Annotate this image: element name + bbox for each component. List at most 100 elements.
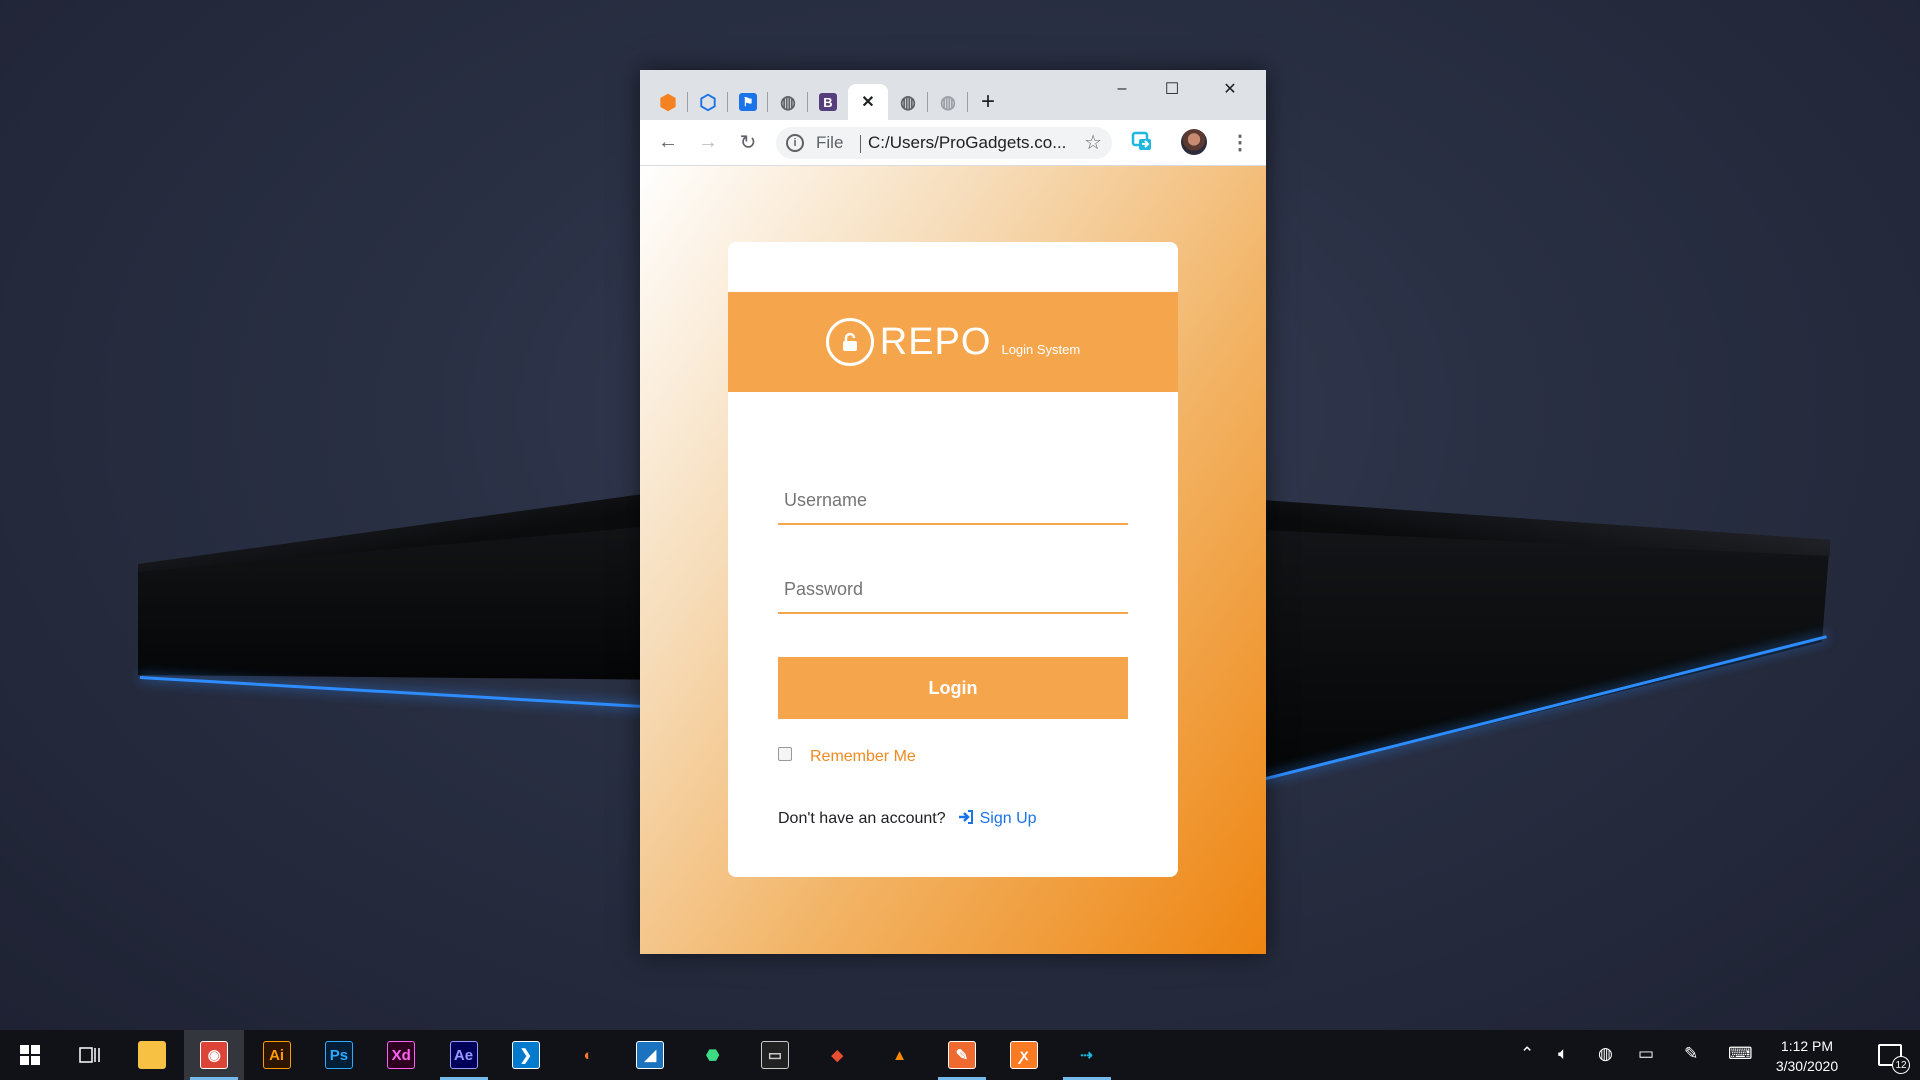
globe-icon: ◍ [940,91,956,112]
signup-row: Don't have an account? Sign Up [778,810,1037,828]
browser-menu-button[interactable]: ⋮ [1226,128,1254,156]
url-divider [860,135,861,153]
remember-me-label[interactable]: Remember Me [810,748,916,766]
affinity-icon: ◢ [636,1041,665,1069]
reload-button[interactable]: ↻ [734,128,762,156]
close-window-button[interactable]: ✕ [1208,76,1252,102]
taskbar-app-xd[interactable]: Xd [371,1030,431,1080]
globe-icon: ◍ [900,91,916,112]
forward-arrow-icon: → [698,130,718,153]
notification-icon: 12 [1878,1044,1910,1074]
show-hidden-icons-icon[interactable]: ⌃ [1520,1044,1534,1064]
screen-share-icon: ⇢ [1072,1041,1101,1069]
after-effects-icon: Ae [449,1041,478,1069]
vscode-icon: ❯ [511,1041,540,1069]
volume-icon[interactable]: 🔈︎ [1558,1044,1568,1064]
pen-icon[interactable]: ✎ [1684,1044,1698,1064]
login-header: REPO Login System [728,292,1178,392]
terminal-icon: ▭ [761,1041,789,1069]
minimize-icon: – [1117,80,1127,97]
task-view-icon [79,1047,100,1063]
vlc-icon: ▲ [885,1041,914,1069]
ring-icon: ⬡ [699,91,717,114]
tab-3[interactable]: ⚑ [728,84,768,120]
reload-icon: ↻ [739,131,757,154]
file-explorer-icon: ▬ [138,1041,166,1069]
maximize-icon: ☐ [1164,81,1180,98]
tab-active[interactable]: ✕ [848,84,888,120]
action-center-button[interactable]: 12 [1860,1030,1920,1080]
back-button[interactable]: ← [654,128,682,156]
taskbar: ▬ ◉ Ai Ps Xd Ae ❯ ◐ ◢ ⬣ ▭ ◆ ▲ ✎ ꭗ ⇢ ⌃ 🔈︎ ◍ ▭ ✎ ⌨ 1:12 P… [0,1030,1920,1080]
xd-icon: Xd [387,1041,416,1069]
brackets-icon: ✎ [947,1041,976,1069]
keyboard-icon[interactable]: ⌨ [1728,1044,1753,1064]
username-input[interactable] [778,477,1128,525]
taskbar-app-vscode[interactable]: ❯ [496,1030,556,1080]
browser-window: ⬢ ⬡ ⚑ ◍ B ✕ ◍ ◍ + – ☐ ✕ ← → ↻ i File C:/… [640,70,1266,954]
taskbar-app-blender[interactable]: ◐ [558,1030,618,1080]
maximize-button[interactable]: ☐ [1150,76,1194,102]
start-button[interactable] [0,1030,60,1080]
wallpaper-glow-left [139,676,700,712]
tab-strip: ⬢ ⬡ ⚑ ◍ B ✕ ◍ ◍ + – ☐ ✕ [640,70,1266,120]
illustrator-icon: Ai [262,1041,291,1069]
tab-1[interactable]: ⬢ [648,84,688,120]
back-arrow-icon: ← [658,130,678,153]
flag-icon: ⚑ [739,93,757,111]
sign-up-link[interactable]: Sign Up [958,810,1037,828]
url-text[interactable]: C:/Users/ProGadgets.co... [868,133,1078,153]
taskbar-app-git[interactable]: ◆ [807,1030,867,1080]
tab-7[interactable]: ◍ [888,84,928,120]
taskbar-app-screen-share[interactable]: ⇢ [1057,1030,1117,1080]
clock-date: 3/30/2020 [1775,1058,1839,1074]
sign-in-icon [958,810,974,828]
task-view-button[interactable] [60,1030,120,1080]
plus-icon: + [980,88,995,115]
globe-icon: ◍ [780,91,796,112]
clock[interactable]: 1:12 PM 3/30/2020 [1764,1036,1850,1076]
taskbar-app-photoshop[interactable]: Ps [309,1030,369,1080]
blender-icon: ◐ [574,1041,603,1069]
taskbar-app-vlc[interactable]: ▲ [870,1030,930,1080]
xampp-icon: ꭗ [1010,1041,1039,1069]
taskbar-app-file-explorer[interactable]: ▬ [122,1030,182,1080]
tab-8[interactable]: ◍ [928,84,968,120]
page-viewport: REPO Login System Login Remember Me Don'… [640,166,1266,954]
network-globe-icon[interactable]: ◍ [1598,1044,1613,1064]
forward-button[interactable]: → [694,128,722,156]
battery-icon[interactable]: ▭ [1638,1044,1654,1064]
address-bar[interactable]: i File C:/Users/ProGadgets.co... ☆ [776,127,1112,159]
brand-title: REPO [879,320,992,363]
android-studio-icon: ⬣ [698,1041,727,1069]
bookmark-star-icon[interactable]: ☆ [1084,130,1102,155]
login-button[interactable]: Login [778,657,1128,719]
browser-toolbar: ← → ↻ i File C:/Users/ProGadgets.co... ☆… [640,120,1266,166]
taskbar-app-brackets[interactable]: ✎ [932,1030,992,1080]
taskbar-app-chrome[interactable]: ◉ [184,1030,245,1080]
remember-me-checkbox[interactable] [778,747,792,761]
close-tab-icon[interactable]: ✕ [859,93,877,111]
login-card: REPO Login System Login Remember Me Don'… [728,242,1178,877]
remember-me-row: Remember Me [778,747,916,766]
taskbar-app-terminal[interactable]: ▭ [745,1030,805,1080]
info-icon[interactable]: i [786,134,804,152]
git-icon: ◆ [823,1041,852,1069]
taskbar-app-android-studio[interactable]: ⬣ [683,1030,743,1080]
taskbar-app-affinity[interactable]: ◢ [620,1030,680,1080]
taskbar-app-illustrator[interactable]: Ai [247,1030,307,1080]
new-tab-button[interactable]: + [968,84,1008,120]
password-input[interactable] [778,566,1128,614]
taskbar-app-xampp[interactable]: ꭗ [994,1030,1054,1080]
tab-4[interactable]: ◍ [768,84,808,120]
close-icon: ✕ [1223,81,1237,98]
tab-2[interactable]: ⬡ [688,84,728,120]
extension-button[interactable] [1128,128,1156,156]
windows-logo-icon [20,1045,40,1065]
sign-up-label[interactable]: Sign Up [980,810,1037,828]
minimize-button[interactable]: – [1100,76,1144,102]
tab-5[interactable]: B [808,84,848,120]
taskbar-app-after-effects[interactable]: Ae [434,1030,494,1080]
profile-avatar-button[interactable] [1180,128,1208,156]
brand-subtitle: Login System [1001,341,1081,357]
